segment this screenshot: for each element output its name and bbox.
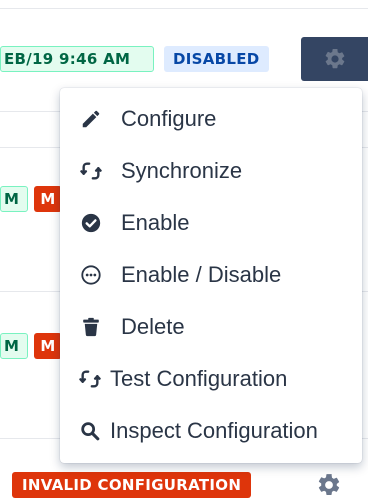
menu-item-configure[interactable]: Configure: [60, 93, 362, 145]
menu-item-label: Configure: [121, 106, 217, 131]
date-lozenge: M: [0, 333, 28, 359]
menu-item-label: Synchronize: [121, 158, 243, 183]
menu-item-label: Inspect Configuration: [110, 418, 318, 443]
actions-gear-button[interactable]: [301, 37, 368, 81]
gear-icon[interactable]: [316, 472, 342, 498]
status-lozenge: M: [34, 186, 62, 212]
trash-icon: [80, 316, 102, 338]
date-lozenge: M: [0, 186, 28, 212]
actions-dropdown-menu: Configure Synchronize Enable Enable / Di…: [60, 88, 362, 463]
menu-item-enable-disable[interactable]: Enable / Disable: [60, 249, 362, 301]
search-icon: [79, 420, 101, 442]
gear-icon: [325, 48, 344, 69]
row-divider: [0, 8, 368, 9]
menu-item-test-configuration[interactable]: Test Configuration: [60, 353, 362, 405]
date-lozenge: EB/19 9:46 AM: [0, 46, 154, 72]
menu-item-synchronize[interactable]: Synchronize: [60, 145, 362, 197]
invalid-configuration-lozenge: INVALID CONFIGURATION: [12, 472, 252, 498]
menu-item-label: Delete: [121, 314, 185, 339]
sync-icon: [80, 160, 102, 182]
pencil-icon: [80, 108, 102, 130]
menu-item-label: Enable: [121, 210, 190, 235]
check-circle-icon: [80, 212, 102, 234]
menu-item-enable[interactable]: Enable: [60, 197, 362, 249]
menu-item-delete[interactable]: Delete: [60, 301, 362, 353]
disabled-status-lozenge: DISABLED: [164, 46, 269, 72]
ellipsis-circle-icon: [80, 264, 102, 286]
menu-item-label: Test Configuration: [110, 366, 288, 391]
menu-item-label: Enable / Disable: [121, 262, 282, 287]
menu-item-inspect-configuration[interactable]: Inspect Configuration: [60, 405, 362, 457]
status-lozenge: M: [34, 333, 62, 359]
sync-icon: [79, 368, 101, 390]
